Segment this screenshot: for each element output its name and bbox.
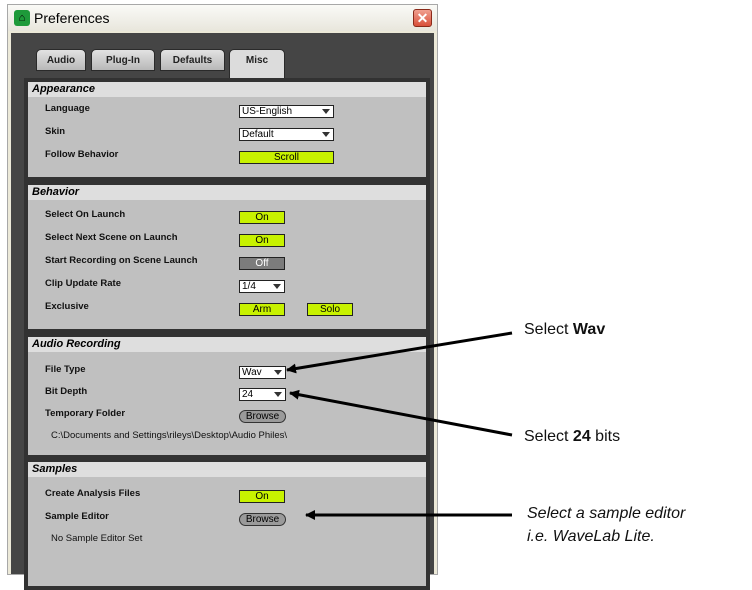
chevron-down-icon — [274, 392, 282, 397]
preferences-window: ⌂ Preferences ✕ Audio Plug-In Defaults M… — [7, 4, 438, 590]
callout-bits-bold: 24 — [572, 428, 591, 445]
section-header: Behavior — [28, 185, 426, 200]
select-next-scene-label: Select Next Scene on Launch — [45, 232, 178, 243]
clip-update-rate-dropdown[interactable]: 1/4 — [239, 280, 285, 293]
behavior-section: Behavior Select On Launch On Select Next… — [28, 185, 426, 329]
samples-section: Samples Create Analysis Files On Sample … — [28, 462, 426, 586]
chevron-down-icon — [322, 132, 330, 137]
language-label: Language — [45, 103, 90, 114]
callout-select-24-bits: Select 24 bits — [524, 428, 620, 446]
callout-select-wav: Select Wav — [524, 321, 605, 339]
misc-panel: Appearance Language US-English Skin Defa… — [24, 78, 430, 590]
callout-sample-editor-line1: Select a sample editor — [527, 505, 686, 522]
follow-behavior-button[interactable]: Scroll — [239, 151, 334, 164]
section-header: Appearance — [28, 82, 426, 97]
callout-sample-editor-line2: i.e. WaveLab Lite. — [527, 528, 655, 545]
create-analysis-files-toggle[interactable]: On — [239, 490, 285, 503]
create-analysis-files-label: Create Analysis Files — [45, 488, 141, 499]
temporary-folder-label: Temporary Folder — [45, 408, 126, 419]
start-recording-label: Start Recording on Scene Launch — [45, 255, 198, 266]
section-header: Audio Recording — [28, 337, 426, 352]
section-header: Samples — [28, 462, 426, 477]
skin-value: Default — [242, 129, 274, 140]
file-type-label: File Type — [45, 364, 86, 375]
callout-wav-prefix: Select — [524, 321, 573, 338]
language-dropdown[interactable]: US-English — [239, 105, 334, 118]
bit-depth-dropdown[interactable]: 24 — [239, 388, 286, 401]
chevron-down-icon — [274, 370, 282, 375]
callout-bits-suffix: bits — [590, 428, 621, 445]
file-type-dropdown[interactable]: Wav — [239, 366, 286, 379]
skin-dropdown[interactable]: Default — [239, 128, 334, 141]
callout-wav-bold: Wav — [572, 321, 606, 338]
follow-behavior-label: Follow Behavior — [45, 149, 119, 160]
tab-audio[interactable]: Audio — [36, 49, 86, 71]
sample-editor-status: No Sample Editor Set — [51, 533, 143, 544]
clip-update-rate-value: 1/4 — [242, 281, 256, 292]
exclusive-label: Exclusive — [45, 301, 89, 312]
tab-plug-in[interactable]: Plug-In — [91, 49, 155, 71]
select-on-launch-toggle[interactable]: On — [239, 211, 285, 224]
exclusive-solo-button[interactable]: Solo — [307, 303, 353, 316]
chevron-down-icon — [322, 109, 330, 114]
skin-label: Skin — [45, 126, 66, 137]
select-next-scene-toggle[interactable]: On — [239, 234, 285, 247]
audio-recording-section: Audio Recording File Type Wav Bit Depth … — [28, 337, 426, 455]
chevron-down-icon — [273, 284, 281, 289]
bit-depth-value: 24 — [242, 389, 254, 400]
title-bar[interactable]: ⌂ Preferences ✕ — [8, 5, 437, 31]
appearance-section: Appearance Language US-English Skin Defa… — [28, 82, 426, 177]
clip-update-rate-label: Clip Update Rate — [45, 278, 122, 289]
window-body: Audio Plug-In Defaults Misc Appearance L… — [11, 33, 434, 590]
language-value: US-English — [242, 106, 293, 117]
callout-bits-prefix: Select — [524, 428, 573, 445]
bit-depth-label: Bit Depth — [45, 386, 88, 397]
temporary-folder-path: C:\Documents and Settings\rileys\Desktop… — [51, 430, 288, 441]
exclusive-arm-button[interactable]: Arm — [239, 303, 285, 316]
select-on-launch-label: Select On Launch — [45, 209, 126, 220]
app-icon: ⌂ — [14, 10, 30, 26]
sample-editor-label: Sample Editor — [45, 511, 109, 522]
window-title: Preferences — [34, 10, 110, 26]
tab-misc[interactable]: Misc — [229, 49, 285, 79]
tab-defaults[interactable]: Defaults — [160, 49, 225, 71]
close-button[interactable]: ✕ — [413, 9, 432, 27]
file-type-value: Wav — [242, 367, 262, 378]
temporary-folder-browse-button[interactable]: Browse — [239, 410, 286, 423]
sample-editor-browse-button[interactable]: Browse — [239, 513, 286, 526]
start-recording-toggle[interactable]: Off — [239, 257, 285, 270]
